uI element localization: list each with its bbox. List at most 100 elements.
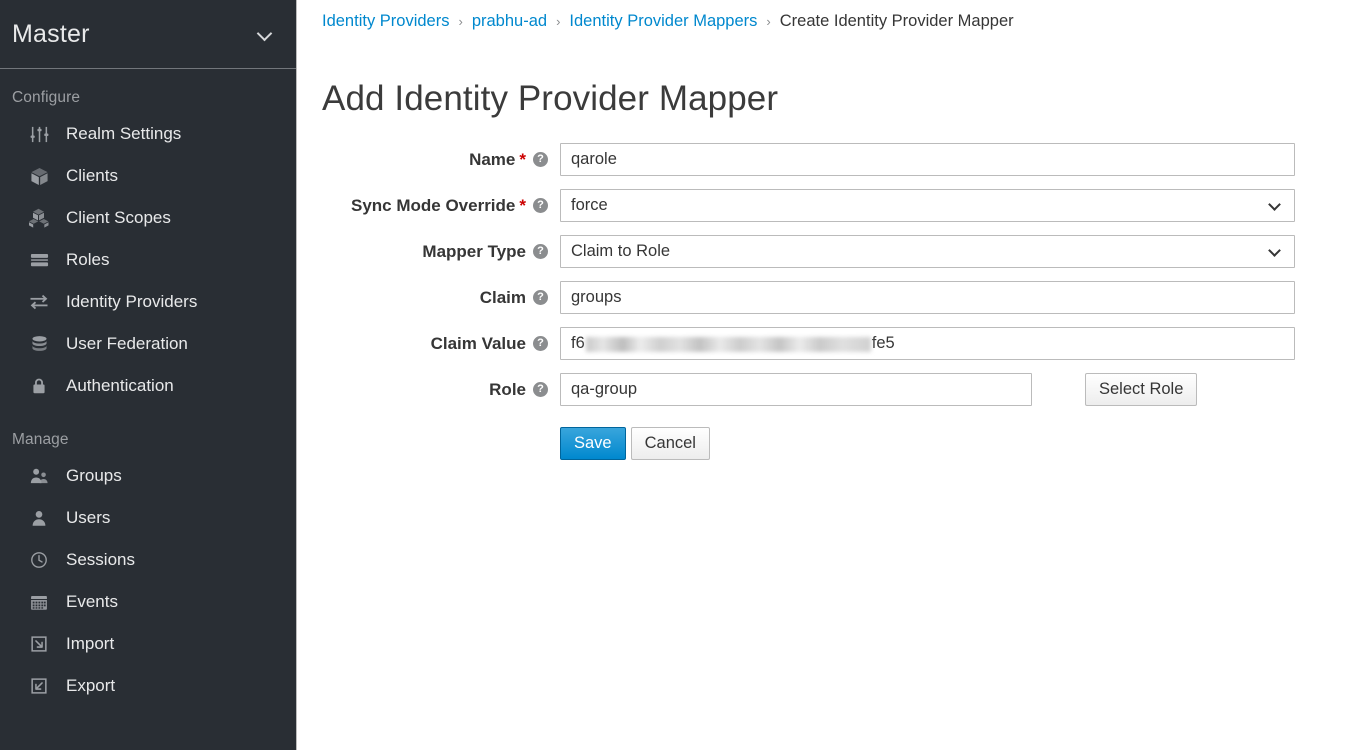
sidebar-item-events[interactable]: Events — [0, 581, 296, 623]
sliders-icon — [26, 125, 52, 144]
cubes-icon — [26, 208, 52, 228]
claim-label-text: Claim — [480, 288, 526, 308]
realm-selector[interactable]: Master — [0, 0, 296, 69]
sidebar-item-label: Roles — [66, 250, 109, 270]
help-icon[interactable]: ? — [533, 198, 548, 213]
save-button[interactable]: Save — [560, 427, 626, 460]
name-input[interactable] — [560, 143, 1295, 176]
sidebar-item-label: Export — [66, 676, 115, 696]
sidebar-item-roles[interactable]: Roles — [0, 239, 296, 281]
user-icon — [26, 509, 52, 528]
breadcrumb: Identity Providers › prabhu-ad › Identit… — [297, 0, 1349, 34]
page-title: Add Identity Provider Mapper — [297, 57, 1349, 119]
nav-section-title-configure: Configure — [0, 69, 296, 113]
sidebar-item-label: Identity Providers — [66, 292, 197, 312]
claim-field-wrap — [560, 281, 1295, 314]
form-row-mapper-type: Mapper Type ? Claim to Role — [322, 235, 1349, 268]
identity-provider-mapper-form: Name * ? Sync Mode Override * ? force — [297, 143, 1349, 460]
sync-mode-override-select[interactable]: force — [560, 189, 1295, 222]
required-marker: * — [519, 196, 526, 216]
required-marker: * — [519, 150, 526, 170]
form-row-actions: Save Cancel — [322, 427, 1349, 460]
sidebar-item-label: Realm Settings — [66, 124, 181, 144]
mapper-type-label: Mapper Type ? — [322, 235, 560, 262]
breadcrumb-item-current: Create Identity Provider Mapper — [780, 12, 1014, 31]
mapper-type-label-text: Mapper Type — [422, 242, 526, 262]
claim-input[interactable] — [560, 281, 1295, 314]
form-row-claim-value: Claim Value ? f6 fe5 — [322, 327, 1349, 360]
cancel-button[interactable]: Cancel — [631, 427, 710, 460]
help-icon[interactable]: ? — [533, 336, 548, 351]
role-field-wrap: Select Role — [560, 373, 1197, 406]
sidebar-item-label: Groups — [66, 466, 122, 486]
sidebar-item-sessions[interactable]: Sessions — [0, 539, 296, 581]
sync-mode-override-field-wrap: force — [560, 189, 1295, 222]
realm-selector-label: Master — [12, 20, 90, 49]
form-row-sync-mode-override: Sync Mode Override * ? force — [322, 189, 1349, 222]
name-label: Name * ? — [322, 143, 560, 170]
keycloak-admin-console: Master Configure Realm Settings — [0, 0, 1349, 750]
chevron-down-icon — [258, 26, 274, 42]
export-arrow-icon — [26, 677, 52, 695]
help-icon[interactable]: ? — [533, 290, 548, 305]
clock-icon — [26, 551, 52, 569]
sidebar-item-realm-settings[interactable]: Realm Settings — [0, 113, 296, 155]
claim-value-label-text: Claim Value — [431, 334, 526, 354]
breadcrumb-separator-icon: › — [556, 14, 560, 29]
nav-section-title-manage: Manage — [0, 411, 296, 455]
mapper-type-value: Claim to Role — [571, 242, 670, 261]
name-label-text: Name — [469, 150, 515, 170]
sidebar-item-export[interactable]: Export — [0, 665, 296, 707]
claim-label: Claim ? — [322, 281, 560, 308]
claim-value-field-wrap: f6 fe5 — [560, 327, 1295, 360]
main-content: Identity Providers › prabhu-ad › Identit… — [297, 0, 1349, 750]
sync-mode-override-label-text: Sync Mode Override — [351, 196, 515, 216]
sidebar-item-label: User Federation — [66, 334, 188, 354]
sidebar: Master Configure Realm Settings — [0, 0, 297, 750]
sidebar-item-users[interactable]: Users — [0, 497, 296, 539]
sidebar-item-label: Authentication — [66, 376, 174, 396]
sidebar-item-import[interactable]: Import — [0, 623, 296, 665]
chevron-down-icon — [1270, 199, 1282, 211]
mapper-type-field-wrap: Claim to Role — [560, 235, 1295, 268]
form-row-role: Role ? Select Role — [322, 373, 1349, 406]
sync-mode-override-label: Sync Mode Override * ? — [322, 189, 560, 216]
server-icon — [26, 251, 52, 270]
mapper-type-select[interactable]: Claim to Role — [560, 235, 1295, 268]
sidebar-item-user-federation[interactable]: User Federation — [0, 323, 296, 365]
claim-value-suffix: fe5 — [872, 334, 895, 353]
role-label-text: Role — [489, 380, 526, 400]
role-input[interactable] — [560, 373, 1032, 406]
claim-value-prefix: f6 — [571, 334, 585, 353]
breadcrumb-item-identity-provider-mappers[interactable]: Identity Provider Mappers — [569, 12, 757, 31]
sidebar-item-label: Clients — [66, 166, 118, 186]
claim-value-label: Claim Value ? — [322, 327, 560, 354]
claim-value-input[interactable]: f6 fe5 — [560, 327, 1295, 360]
redaction-mask — [586, 337, 871, 352]
breadcrumb-separator-icon: › — [458, 14, 462, 29]
form-row-name: Name * ? — [322, 143, 1349, 176]
nav-section-manage: Manage Groups — [0, 411, 296, 711]
nav-section-configure: Configure Realm Settings — [0, 69, 296, 411]
help-icon[interactable]: ? — [533, 152, 548, 167]
sidebar-item-label: Sessions — [66, 550, 135, 570]
name-field-wrap — [560, 143, 1295, 176]
database-icon — [26, 335, 52, 354]
sidebar-item-identity-providers[interactable]: Identity Providers — [0, 281, 296, 323]
sidebar-item-label: Users — [66, 508, 110, 528]
exchange-arrows-icon — [26, 292, 52, 312]
sync-mode-override-value: force — [571, 196, 608, 215]
sidebar-item-authentication[interactable]: Authentication — [0, 365, 296, 407]
breadcrumb-item-identity-providers[interactable]: Identity Providers — [322, 12, 449, 31]
chevron-down-icon — [1270, 245, 1282, 257]
sidebar-item-clients[interactable]: Clients — [0, 155, 296, 197]
breadcrumb-item-prabhu-ad[interactable]: prabhu-ad — [472, 12, 547, 31]
select-role-button[interactable]: Select Role — [1085, 373, 1197, 406]
help-icon[interactable]: ? — [533, 244, 548, 259]
sidebar-item-client-scopes[interactable]: Client Scopes — [0, 197, 296, 239]
sidebar-item-label: Import — [66, 634, 114, 654]
help-icon[interactable]: ? — [533, 382, 548, 397]
form-row-claim: Claim ? — [322, 281, 1349, 314]
sidebar-item-groups[interactable]: Groups — [0, 455, 296, 497]
sidebar-item-label: Client Scopes — [66, 208, 171, 228]
